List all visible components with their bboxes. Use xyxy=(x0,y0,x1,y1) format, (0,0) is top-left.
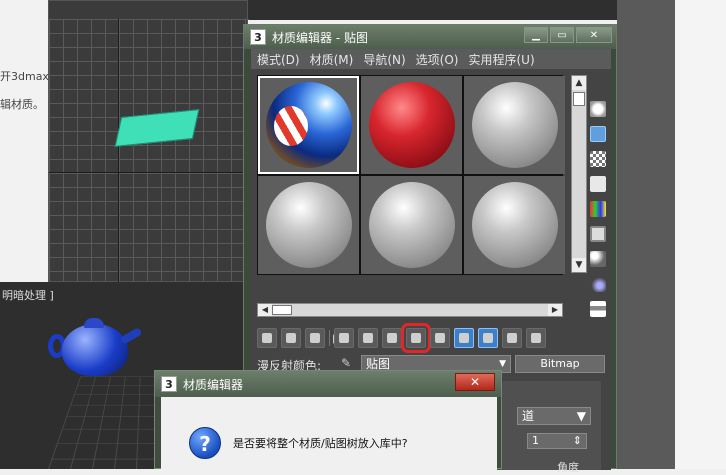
sample-slot-1[interactable] xyxy=(258,76,359,174)
scroll-thumb[interactable] xyxy=(272,305,292,315)
right-background xyxy=(617,0,726,469)
sample-slot-3[interactable] xyxy=(464,76,565,174)
sample-slot-4[interactable] xyxy=(258,176,359,274)
show-map-in-viewport-icon[interactable] xyxy=(454,328,474,348)
teapot-lid xyxy=(84,318,104,328)
toolbar-separator xyxy=(329,330,343,346)
scroll-down-icon[interactable]: ▼ xyxy=(572,258,586,272)
question-icon: ? xyxy=(189,427,221,459)
menu-mode[interactable]: 模式(D) xyxy=(257,51,300,68)
menu-bar: 模式(D) 材质(M) 导航(N) 选项(O) 实用程序(U) xyxy=(251,49,611,69)
scroll-left-icon[interactable]: ◀ xyxy=(258,304,272,316)
go-to-parent-icon[interactable] xyxy=(502,328,522,348)
page-text-line2: 辑材质。 xyxy=(0,98,44,111)
minimize-icon[interactable]: ▁ xyxy=(524,27,548,43)
teapot-spout xyxy=(119,327,143,345)
page-text-line1: 开3dmax xyxy=(0,70,49,83)
maximize-icon[interactable]: ▭ xyxy=(550,27,574,43)
menu-utilities[interactable]: 实用程序(U) xyxy=(468,51,534,68)
video-color-check-icon[interactable] xyxy=(590,201,606,217)
window-controls: ▁ ▭ ✕ xyxy=(524,27,612,43)
dialog-title: 材质编辑器 xyxy=(183,377,244,392)
window-title: 材质编辑器 - 贴图 xyxy=(272,30,368,45)
sample-slot-2[interactable] xyxy=(361,76,462,174)
sample-type-icon[interactable] xyxy=(590,101,606,117)
3dsmax-app-icon: 3 xyxy=(250,29,266,45)
dialog-body: ? 是否要将整个材质/贴图树放入库中? xyxy=(161,397,497,470)
bottom-toolbar xyxy=(257,323,607,353)
scroll-thumb[interactable] xyxy=(573,92,585,106)
sample-slot-6[interactable] xyxy=(464,176,565,274)
get-material-icon[interactable] xyxy=(257,328,277,348)
grey-sphere-preview xyxy=(471,82,558,168)
mapping-dropdown[interactable]: 道 ▼ xyxy=(517,407,591,425)
background-checker-icon[interactable] xyxy=(590,151,606,167)
sample-slot-5[interactable] xyxy=(361,176,462,274)
grid-axis-horizontal xyxy=(49,172,249,173)
viewport-label: 明暗处理 ] xyxy=(2,289,54,302)
scroll-right-icon[interactable]: ▶ xyxy=(548,304,562,316)
grey-sphere-preview xyxy=(471,182,558,268)
dialog-close-button[interactable]: ✕ xyxy=(455,373,495,391)
select-by-material-icon[interactable] xyxy=(590,276,606,292)
sample-slots-grid xyxy=(257,75,565,275)
right-page-strip xyxy=(675,0,726,469)
red-sphere-preview xyxy=(368,82,455,168)
dialog-message: 是否要将整个材质/贴图树放入库中? xyxy=(233,437,408,450)
close-icon[interactable]: ✕ xyxy=(576,27,612,43)
scroll-up-icon[interactable]: ▲ xyxy=(572,76,586,90)
save-to-library-button[interactable] xyxy=(401,323,431,353)
3dsmax-app-icon: 3 xyxy=(161,376,177,392)
slots-horizontal-scrollbar[interactable]: ◀ ▶ xyxy=(257,303,563,317)
menu-navigation[interactable]: 导航(N) xyxy=(363,51,405,68)
eyedropper-icon[interactable]: ✎ xyxy=(341,356,355,370)
backlight-icon[interactable] xyxy=(590,126,606,142)
menu-material[interactable]: 材质(M) xyxy=(310,51,354,68)
grey-sphere-preview xyxy=(368,182,455,268)
angle-label: 角度 xyxy=(557,461,579,474)
bitmap-sphere-preview xyxy=(265,82,352,168)
map-type-value: 贴图 xyxy=(366,357,391,371)
bitmap-button[interactable]: Bitmap xyxy=(515,355,605,373)
material-id-icon[interactable] xyxy=(430,328,450,348)
options-icon[interactable] xyxy=(590,251,606,267)
confirm-dialog: 3 材质编辑器 ✕ ? 是否要将整个材质/贴图树放入库中? xyxy=(154,370,502,470)
make-preview-icon[interactable] xyxy=(590,226,606,242)
side-toolbar xyxy=(590,101,608,326)
reset-map-icon[interactable] xyxy=(334,328,354,348)
menu-options[interactable]: 选项(O) xyxy=(416,51,459,68)
slots-vertical-scrollbar[interactable]: ▲ ▼ xyxy=(571,75,587,273)
grey-sphere-preview xyxy=(265,182,352,268)
grid-axis-vertical xyxy=(118,19,119,283)
make-unique-icon[interactable] xyxy=(358,328,378,348)
dialog-title-bar[interactable]: 3 材质编辑器 xyxy=(155,371,501,397)
put-to-library-icon[interactable] xyxy=(382,328,402,348)
assign-to-selection-icon[interactable] xyxy=(305,328,325,348)
viewport-grid xyxy=(49,19,249,283)
material-navigator-icon[interactable] xyxy=(590,301,606,317)
viewport-top[interactable] xyxy=(48,0,249,283)
sample-uv-tiling-icon[interactable] xyxy=(590,176,606,192)
map-channel-spinner[interactable]: 1 ⇕ xyxy=(527,433,587,449)
put-to-scene-icon[interactable] xyxy=(281,328,301,348)
go-forward-to-sibling-icon[interactable] xyxy=(526,328,546,348)
teapot-object[interactable] xyxy=(62,324,128,376)
show-end-result-icon[interactable] xyxy=(478,328,498,348)
